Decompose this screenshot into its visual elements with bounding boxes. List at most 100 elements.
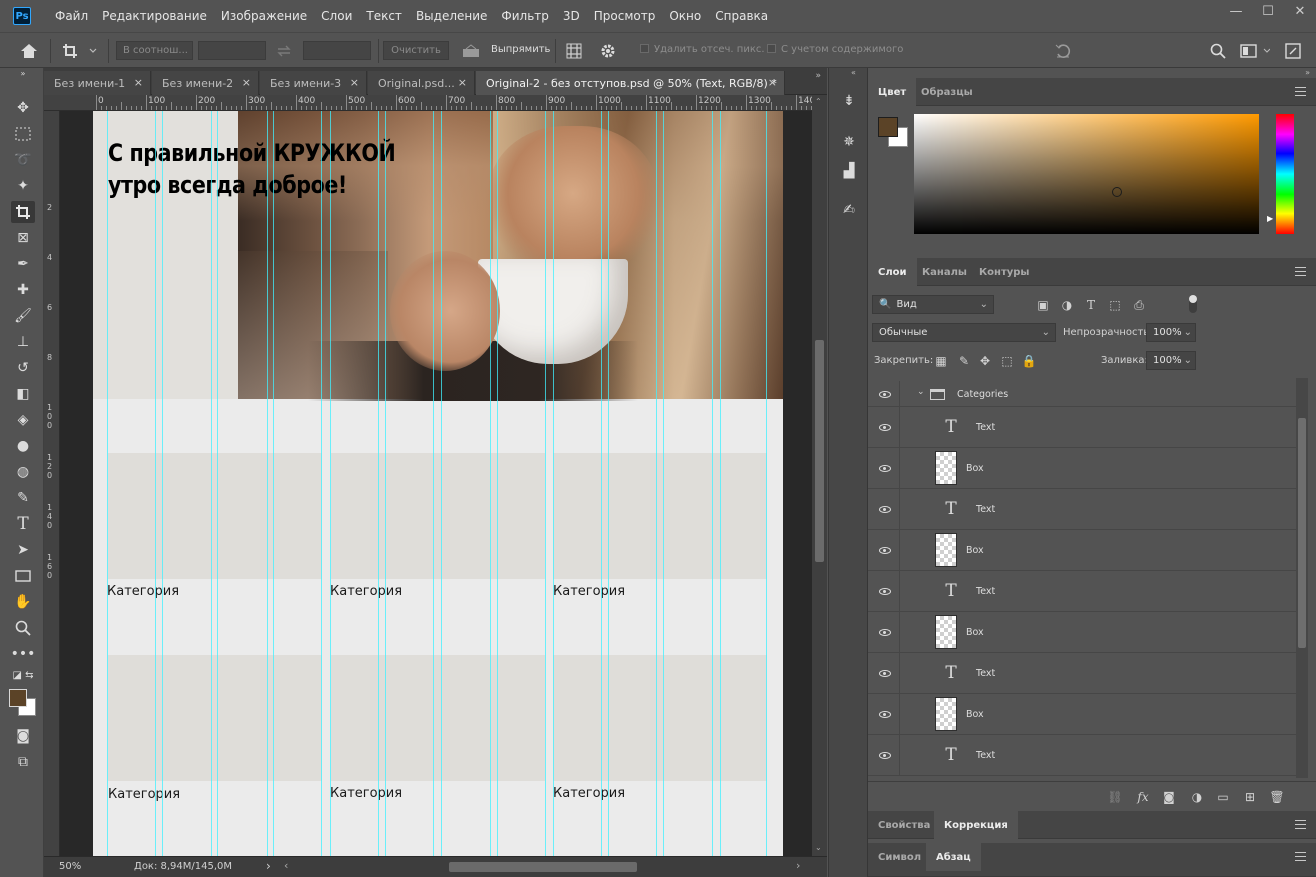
guide-line[interactable] <box>211 111 212 856</box>
layer-text[interactable]: T Text <box>868 571 1296 612</box>
guide-line[interactable] <box>217 111 218 856</box>
guide-line[interactable] <box>497 111 498 856</box>
guide-line[interactable] <box>712 111 713 856</box>
close-icon[interactable]: × <box>134 76 143 89</box>
new-layer-icon[interactable]: ⊞ <box>1241 789 1259 805</box>
visibility-eye-icon[interactable] <box>878 750 892 760</box>
visibility-eye-icon[interactable] <box>878 389 892 399</box>
zoom-level[interactable]: 50% <box>59 861 81 872</box>
fx-icon[interactable]: fx <box>1134 789 1152 805</box>
height-field[interactable] <box>303 41 371 60</box>
ratio-select[interactable]: В соотнош... <box>116 41 193 60</box>
marquee-tool-icon[interactable] <box>11 123 35 145</box>
menu-3d[interactable]: 3D <box>556 9 587 23</box>
healing-brush-tool-icon[interactable]: ✚ <box>11 279 35 301</box>
guide-line[interactable] <box>267 111 268 856</box>
guide-line[interactable] <box>608 111 609 856</box>
swap-colors-icon[interactable]: ◪ ⇆ <box>11 667 35 683</box>
guide-line[interactable] <box>720 111 721 856</box>
tab-properties[interactable]: Свойства <box>868 811 940 839</box>
pen-tool-icon[interactable]: ✎ <box>11 487 35 509</box>
maximize-button[interactable]: ☐ <box>1252 0 1284 22</box>
zoom-tool-icon[interactable] <box>11 617 35 639</box>
home-icon[interactable] <box>20 33 38 69</box>
close-button[interactable]: ✕ <box>1284 0 1316 22</box>
layer-name[interactable]: Text <box>976 750 995 761</box>
visibility-eye-icon[interactable] <box>878 627 892 637</box>
crop-tool-icon[interactable] <box>11 201 35 223</box>
screen-mode-icon[interactable]: ⧉ <box>11 751 35 773</box>
close-icon[interactable]: × <box>768 76 777 89</box>
scroll-right-icon[interactable]: › <box>796 859 800 872</box>
layer-name[interactable]: Box <box>966 463 984 474</box>
horizontal-scroll-thumb[interactable] <box>449 862 637 872</box>
navigator-panel-icon[interactable]: ✵ <box>837 131 861 153</box>
panel-menu-icon[interactable] <box>1295 820 1306 829</box>
layer-name[interactable]: Text <box>976 668 995 679</box>
settings-gear-icon[interactable] <box>600 33 616 69</box>
layer-text[interactable]: T Text <box>868 653 1296 694</box>
canvas-area[interactable]: С правильной КРУЖКОЙ утро всегда доброе!… <box>60 111 812 856</box>
guide-line[interactable] <box>553 111 554 856</box>
minimize-button[interactable]: — <box>1220 0 1252 22</box>
document-canvas[interactable]: С правильной КРУЖКОЙ утро всегда доброе!… <box>93 111 783 856</box>
guide-line[interactable] <box>545 111 546 856</box>
vertical-ruler[interactable]: 2 4 6 8 1 0 0 1 2 0 1 4 0 1 6 0 <box>44 111 60 856</box>
hue-slider-marker[interactable]: ▶ <box>1267 214 1273 223</box>
lock-position-icon[interactable]: ✥ <box>976 353 994 369</box>
visibility-eye-icon[interactable] <box>878 463 892 473</box>
straighten-button[interactable]: Выпрямить <box>491 44 550 55</box>
swap-icon[interactable] <box>276 33 292 69</box>
opacity-field[interactable]: 100% ⌄ <box>1146 323 1196 342</box>
layer-name[interactable]: Box <box>966 709 984 720</box>
filter-smart-object-icon[interactable]: ⎙ <box>1130 297 1148 313</box>
tab-layers[interactable]: Слои <box>868 258 917 286</box>
search-icon[interactable] <box>1210 33 1226 69</box>
more-tools-icon[interactable]: ••• <box>11 643 36 665</box>
dodge-tool-icon[interactable]: ◍ <box>11 461 35 483</box>
guide-line[interactable] <box>441 111 442 856</box>
panel-menu-icon[interactable] <box>1295 852 1306 861</box>
eraser-tool-icon[interactable]: ◧ <box>11 383 35 405</box>
layer-filter-select[interactable]: 🔍 Вид ⌄ <box>872 295 994 314</box>
clone-stamp-tool-icon[interactable]: ⊥ <box>11 331 35 353</box>
visibility-eye-icon[interactable] <box>878 422 892 432</box>
straighten-icon[interactable] <box>462 33 480 69</box>
type-tool-icon[interactable]: T <box>11 513 35 535</box>
filter-type-icon[interactable]: T <box>1082 297 1100 313</box>
delete-cropped-checkbox[interactable]: Удалить отсеч. пикс. <box>640 44 765 55</box>
layers-scroll-thumb[interactable] <box>1298 418 1306 648</box>
quick-mask-icon[interactable]: ◙ <box>11 725 35 747</box>
tab-adjustments[interactable]: Коррекция <box>934 811 1018 839</box>
collapse-icon[interactable]: » <box>11 68 35 78</box>
layers-scrollbar[interactable] <box>1296 378 1308 778</box>
hand-tool-icon[interactable]: ✋ <box>11 591 35 613</box>
tab-original-2-active[interactable]: Original-2 - без отступов.psd @ 50% (Tex… <box>476 71 785 95</box>
menu-file[interactable]: Файл <box>48 9 95 23</box>
menu-type[interactable]: Текст <box>359 9 409 23</box>
menu-layers[interactable]: Слои <box>314 9 359 23</box>
layer-box[interactable]: Box <box>868 694 1296 735</box>
layer-text[interactable]: T Text <box>868 407 1296 448</box>
guide-line[interactable] <box>321 111 322 856</box>
guide-line[interactable] <box>162 111 163 856</box>
tab-original-psd[interactable]: Original.psd... × <box>368 71 475 95</box>
guide-line[interactable] <box>433 111 434 856</box>
frame-tool-icon[interactable]: ⊠ <box>11 227 35 249</box>
lock-transparent-icon[interactable]: ▦ <box>932 353 950 369</box>
history-brush-tool-icon[interactable]: ↺ <box>11 357 35 379</box>
photoshop-logo-icon[interactable]: Ps <box>13 7 31 25</box>
filter-pixel-icon[interactable]: ▣ <box>1034 297 1052 313</box>
guide-line[interactable] <box>601 111 602 856</box>
layer-box[interactable]: Box <box>868 530 1296 571</box>
collapse-icon[interactable]: « <box>851 68 856 77</box>
lock-all-icon[interactable]: 🔒 <box>1020 353 1038 369</box>
guide-line[interactable] <box>378 111 379 856</box>
vertical-scroll-thumb[interactable] <box>815 340 824 562</box>
tab-untitled-2[interactable]: Без имени-2 × <box>152 71 259 95</box>
delete-layer-icon[interactable]: 🗑 <box>1268 789 1286 805</box>
tab-paragraph[interactable]: Абзац <box>926 843 981 871</box>
layer-name[interactable]: Categories <box>957 389 1008 400</box>
visibility-eye-icon[interactable] <box>878 668 892 678</box>
layer-text[interactable]: T Text <box>868 735 1296 776</box>
